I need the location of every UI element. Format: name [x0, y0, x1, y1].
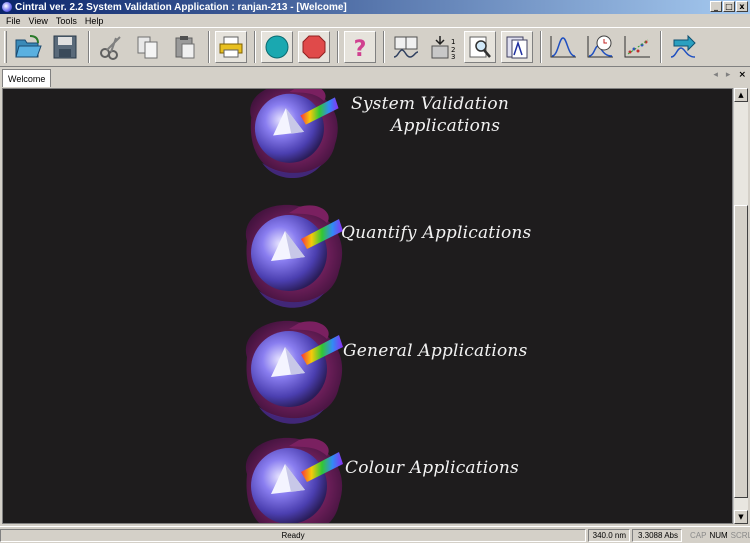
method-button[interactable] — [390, 31, 422, 63]
start-button[interactable] — [261, 31, 293, 63]
peak-graph-button[interactable] — [547, 31, 579, 63]
welcome-panel: System Validation Applications Quantify … — [2, 88, 733, 524]
prism-logo-icon — [250, 89, 339, 179]
magnify-icon — [469, 36, 491, 58]
stop-red-octagon-icon — [302, 35, 326, 59]
toolbar-separator — [254, 31, 256, 63]
print-button[interactable] — [215, 31, 247, 63]
open-folder-icon — [15, 35, 42, 58]
window-title: Cintral ver. 2.2 System Validation Appli… — [15, 1, 347, 13]
window-controls: _ □ x — [710, 1, 748, 12]
caps-lock-indicator: CAP — [690, 530, 707, 540]
timed-scan-icon — [587, 35, 613, 58]
maximize-button[interactable]: □ — [723, 1, 735, 12]
status-message-pane: Ready — [0, 528, 586, 542]
timed-scan-button[interactable] — [584, 31, 616, 63]
open-button[interactable] — [12, 31, 44, 63]
vertical-scrollbar[interactable]: ▲ ▼ — [733, 88, 748, 524]
toolbar: ? 123 — [0, 27, 750, 67]
spectrum-button[interactable] — [501, 31, 533, 63]
tab-controls: ◂ ▸ × — [713, 70, 746, 80]
prism-logo-icon — [245, 204, 343, 308]
scatter-graph-icon — [624, 36, 650, 58]
export-button[interactable] — [667, 31, 699, 63]
close-button[interactable]: x — [736, 1, 748, 12]
prism-logo-icon — [245, 437, 343, 523]
scroll-down-arrow-icon[interactable]: ▼ — [734, 510, 748, 524]
paste-button[interactable] — [169, 31, 201, 63]
cut-button[interactable] — [95, 31, 127, 63]
save-button[interactable] — [49, 31, 81, 63]
svg-text:?: ? — [354, 37, 367, 60]
minimize-button[interactable]: _ — [710, 1, 722, 12]
paste-icon — [175, 36, 195, 59]
cut-scissors-icon — [100, 36, 121, 60]
wavelength-pane: 340.0 nm — [588, 528, 630, 542]
tab-welcome[interactable]: Welcome — [2, 69, 52, 87]
spectrum-document-icon — [506, 36, 528, 59]
menu-view[interactable]: View — [25, 16, 52, 26]
sample-sequence-icon: 123 — [431, 36, 455, 60]
menu-help[interactable]: Help — [81, 16, 108, 26]
scatter-graph-button[interactable] — [621, 31, 653, 63]
system-validation-applications-link[interactable]: System Validation Applications — [239, 89, 509, 189]
menu-bar: File View Tools Help — [0, 14, 750, 27]
general-applications-link[interactable]: General Applications — [239, 317, 527, 427]
menu-tools[interactable]: Tools — [52, 16, 81, 26]
app-icon[interactable] — [2, 2, 12, 12]
indicator-pane: CAP NUM SCRL — [684, 529, 750, 542]
toolbar-separator — [88, 31, 90, 63]
print-icon — [219, 36, 243, 58]
peak-graph-icon — [550, 36, 576, 58]
save-icon — [53, 35, 77, 59]
inspect-button[interactable] — [464, 31, 496, 63]
app-label: General Applications — [343, 341, 528, 361]
status-message: Ready — [281, 530, 305, 540]
toolbar-separator — [540, 31, 542, 63]
app-label-line2: Applications — [391, 116, 501, 136]
toolbar-separator — [383, 31, 385, 63]
wavelength-readout: 340.0 nm — [592, 530, 626, 540]
title-bar: Cintral ver. 2.2 System Validation Appli… — [0, 0, 750, 14]
scroll-lock-indicator: SCRL — [730, 530, 750, 540]
copy-icon — [137, 36, 158, 59]
num-lock-indicator: NUM — [709, 530, 728, 540]
tab-prev-arrow-icon[interactable]: ◂ — [713, 70, 718, 80]
export-arrow-icon — [670, 34, 696, 58]
menu-file[interactable]: File — [2, 16, 25, 26]
help-button[interactable]: ? — [344, 31, 376, 63]
svg-text:3: 3 — [451, 53, 455, 60]
help-question-icon: ? — [354, 37, 367, 60]
tab-close-icon[interactable]: × — [738, 70, 746, 80]
toolbar-separator — [337, 31, 339, 63]
sequence-button[interactable]: 123 — [427, 31, 459, 63]
absorbance-readout: 3.3088 Abs — [637, 530, 678, 540]
document-tab-bar: Welcome ◂ ▸ × — [0, 67, 750, 87]
stop-button[interactable] — [298, 31, 330, 63]
status-bar: Ready 340.0 nm 3.3088 Abs CAP NUM SCRL — [0, 526, 750, 543]
method-book-icon — [393, 36, 419, 58]
app-label: Quantify Applications — [341, 223, 532, 243]
toolbar-separator — [660, 31, 662, 63]
svg-text:1: 1 — [451, 38, 455, 46]
absorbance-pane: 3.3088 Abs — [632, 528, 682, 542]
toolbar-separator — [208, 31, 210, 63]
toolbar-grip[interactable] — [4, 31, 7, 63]
start-cyan-circle-icon — [265, 35, 289, 59]
app-label: Colour Applications — [345, 458, 519, 478]
tab-next-arrow-icon[interactable]: ▸ — [726, 70, 731, 80]
quantify-applications-link[interactable]: Quantify Applications — [239, 201, 531, 311]
scroll-thumb[interactable] — [734, 205, 748, 498]
prism-logo-icon — [245, 320, 343, 424]
app-label: System Validation — [351, 94, 509, 114]
copy-button[interactable] — [132, 31, 164, 63]
colour-applications-link[interactable]: Colour Applications — [239, 434, 519, 523]
scroll-up-arrow-icon[interactable]: ▲ — [734, 88, 748, 102]
